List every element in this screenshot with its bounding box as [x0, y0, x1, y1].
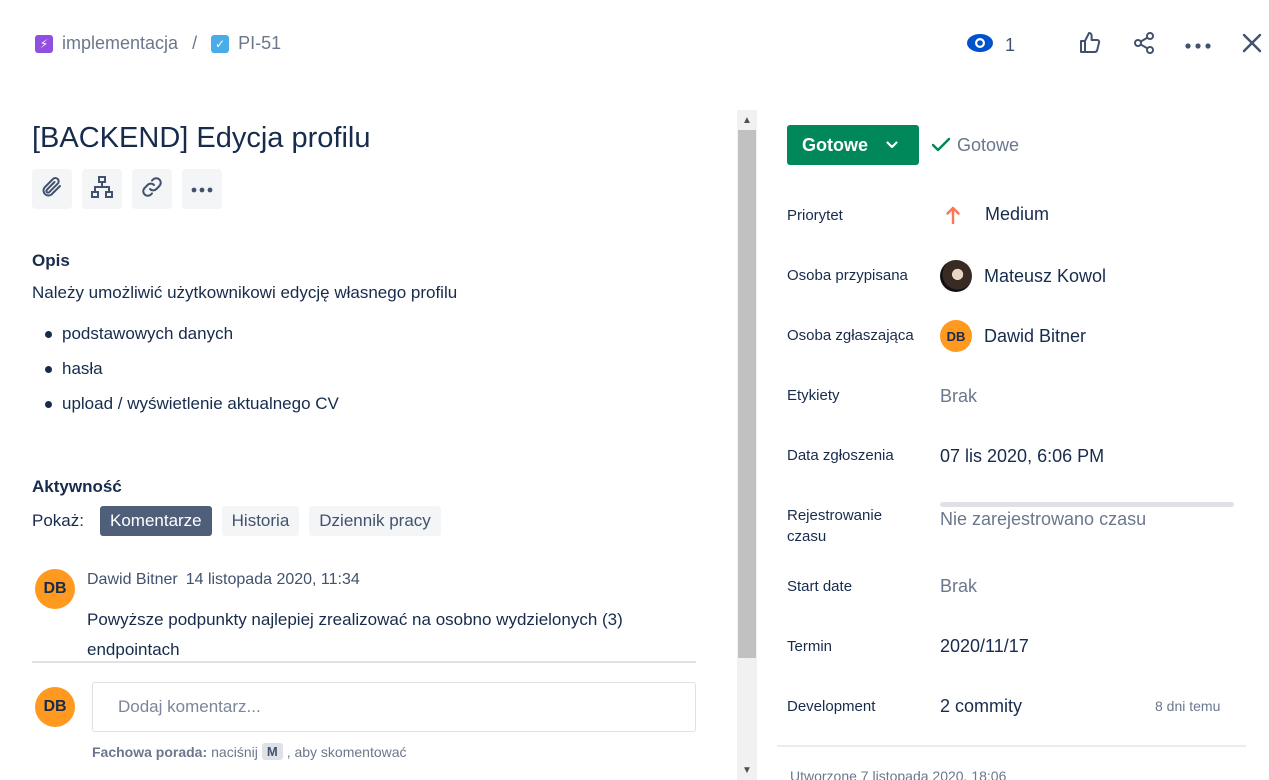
avatar [940, 260, 972, 292]
tip-post: , aby skomentować [286, 743, 407, 760]
hierarchy-icon [90, 175, 114, 204]
paperclip-icon [40, 175, 64, 204]
tab-worklog[interactable]: Dziennik pracy [309, 506, 441, 536]
arrow-up-icon [946, 206, 962, 224]
watch-button[interactable]: 1 [966, 33, 1015, 57]
tab-history[interactable]: Historia [221, 506, 300, 536]
time-tracking-bar[interactable] [940, 502, 1234, 507]
issue-details-panel: Gotowe Gotowe Priorytet Medium Osoba prz… [757, 110, 1269, 780]
header-actions: 1 [966, 28, 1269, 62]
status-row: Gotowe Gotowe [787, 125, 1019, 165]
share-icon [1132, 31, 1156, 60]
attach-button[interactable] [32, 169, 72, 209]
scrollbar[interactable]: ▲ ▼ [737, 110, 757, 780]
show-label: Pokaż: [32, 511, 84, 530]
avatar: DB [35, 687, 75, 727]
close-button[interactable] [1235, 28, 1269, 62]
development-commits-link[interactable]: 2 commity [940, 696, 1022, 717]
task-checkbox-icon: ✓ [211, 34, 230, 53]
due-date-value[interactable]: 2020/11/17 [940, 636, 1029, 657]
comment-timestamp: 14 listopada 2020, 11:34 [185, 571, 360, 588]
breadcrumb-issue-key[interactable]: PI-51 [238, 33, 281, 54]
assignee-value[interactable]: Mateusz Kowol [940, 260, 1106, 292]
link-issue-button[interactable] [132, 169, 172, 209]
tip-label: Fachowa porada: [92, 743, 208, 760]
field-label: Development [787, 698, 876, 715]
breadcrumb-epic-link[interactable]: implementacja [62, 33, 178, 54]
comment-body: Powyższe podpunkty najlepiej zrealizować… [87, 610, 623, 659]
divider [32, 661, 696, 663]
activity-heading: Aktywność [32, 477, 122, 496]
labels-value[interactable]: Brak [940, 386, 977, 407]
activity-filter: Pokaż: Komentarze Historia Dziennik prac… [32, 506, 451, 536]
priority-value[interactable]: Medium [940, 204, 1049, 225]
link-icon [140, 175, 164, 204]
status-dropdown-button[interactable]: Gotowe [787, 125, 919, 165]
field-label: Data zgłoszenia [787, 447, 894, 464]
scroll-down-icon[interactable]: ▼ [737, 760, 757, 780]
divider [777, 745, 1246, 747]
issue-header: ⚡ implementacja / ✓ PI-51 1 [0, 0, 1269, 90]
field-label: Start date [787, 578, 853, 595]
scrollbar-thumb[interactable] [738, 130, 756, 658]
epic-icon: ⚡ [35, 34, 53, 53]
tab-comments[interactable]: Komentarze [99, 506, 212, 536]
field-label: Osoba zgłaszająca [787, 327, 914, 344]
development-time: 8 dni temu [1155, 698, 1221, 714]
breadcrumb-separator: / [192, 33, 198, 53]
field-label: Rejestrowanie czasu [787, 507, 883, 545]
issue-main-panel: [BACKEND] Edycja profilu Opis Należy umo… [0, 110, 737, 780]
close-icon [1241, 32, 1263, 59]
watch-count: 1 [1004, 34, 1015, 55]
description-text[interactable]: Należy umożliwić użytkownikowi edycję wł… [32, 283, 457, 303]
bullet-icon [45, 331, 52, 338]
child-issue-button[interactable] [82, 169, 122, 209]
description-list: podstawowych danych hasła upload / wyświ… [45, 324, 339, 429]
description-heading: Opis [32, 251, 70, 270]
field-label: Priorytet [787, 207, 843, 224]
breadcrumb: ⚡ implementacja / ✓ PI-51 [35, 33, 281, 54]
chevron-down-icon [886, 141, 898, 149]
more-horizontal-icon [1185, 36, 1211, 54]
comment-input[interactable] [92, 682, 696, 732]
field-label: Etykiety [787, 387, 840, 404]
created-date-value: 07 lis 2020, 6:06 PM [940, 446, 1105, 466]
resolution-label: Gotowe [957, 134, 1020, 155]
status-label: Gotowe [802, 134, 868, 155]
comment-meta: Dawid Bitner 14 listopada 2020, 11:34 [87, 571, 360, 589]
more-actions-button[interactable] [1181, 28, 1215, 62]
share-button[interactable] [1127, 28, 1161, 62]
avatar: DB [940, 320, 972, 352]
more-toolbar-button[interactable] [182, 169, 222, 209]
issue-toolbar [32, 169, 232, 209]
reporter-value[interactable]: DB Dawid Bitner [940, 320, 1086, 352]
comment-author[interactable]: Dawid Bitner [87, 571, 178, 588]
time-tracking-value[interactable]: Nie zarejestrowano czasu [940, 509, 1146, 530]
field-label: Termin [787, 638, 833, 655]
scroll-up-icon[interactable]: ▲ [737, 110, 757, 130]
tip-pre: naciśnij [211, 743, 258, 760]
list-item: upload / wyświetlenie aktualnego CV [45, 394, 339, 429]
created-footer: Utworzone 7 listopada 2020, 18:06 [790, 768, 1007, 780]
thumbs-up-icon [1078, 31, 1102, 60]
bullet-icon [45, 401, 52, 408]
issue-title[interactable]: [BACKEND] Edycja profilu [32, 122, 370, 155]
start-date-value[interactable]: Brak [940, 576, 977, 597]
checkmark-icon [931, 137, 951, 153]
shortcut-key: M [261, 743, 283, 760]
like-button[interactable] [1073, 28, 1107, 62]
list-item: hasła [45, 359, 339, 394]
eye-icon [966, 33, 993, 57]
bullet-icon [45, 366, 52, 373]
resolution: Gotowe [931, 135, 1019, 156]
list-item: podstawowych danych [45, 324, 339, 359]
pro-tip: Fachowa porada: naciśnij M , aby skoment… [92, 743, 407, 760]
field-label: Osoba przypisana [787, 267, 908, 284]
more-horizontal-icon [191, 180, 213, 198]
avatar[interactable]: DB [35, 569, 75, 609]
